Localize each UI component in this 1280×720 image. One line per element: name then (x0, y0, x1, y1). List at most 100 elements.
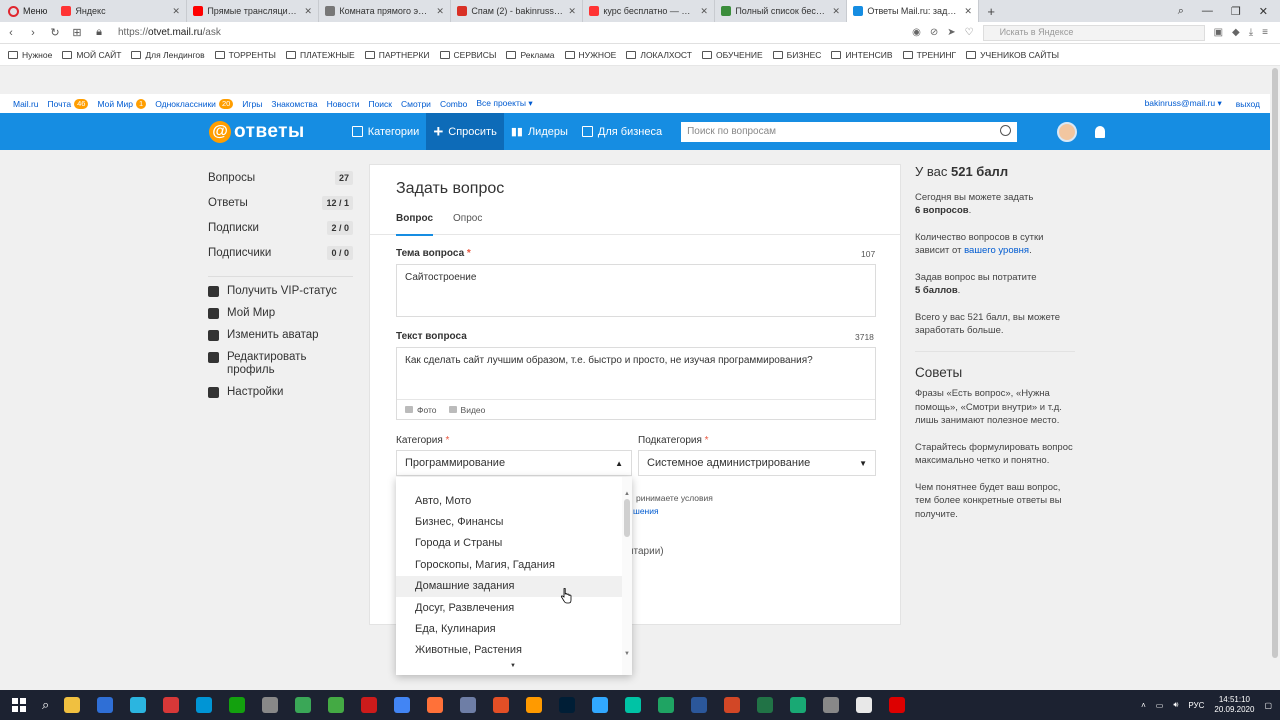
page-scrollbar[interactable] (1270, 66, 1280, 690)
attach-video-button[interactable]: Видео (448, 405, 485, 415)
answers-logo[interactable]: @ ответы (209, 120, 305, 143)
profile-stat-row[interactable]: Вопросы 27 (208, 165, 353, 190)
profile-stat-row[interactable]: Ответы 12 / 1 (208, 190, 353, 215)
taskbar-app-icon[interactable] (624, 697, 641, 713)
category-option[interactable]: Досуг, Развлечения (396, 597, 632, 618)
tab-close-icon[interactable]: ✕ (172, 6, 180, 17)
sidebar-link[interactable]: Редактировать профиль (208, 351, 353, 377)
heart-icon[interactable]: ♡ (965, 27, 974, 38)
taskbar-app-icon[interactable] (756, 697, 773, 713)
search-icon[interactable]: ⌕ (42, 697, 49, 713)
portal-link[interactable]: Поиск (368, 98, 392, 109)
close-window-button[interactable]: ✕ (1259, 5, 1268, 18)
network-icon[interactable]: ▭ (1156, 701, 1164, 710)
portal-link[interactable]: Все проекты ▾ (476, 98, 532, 109)
taskbar-app-icon[interactable] (360, 697, 377, 713)
taskbar-app-icon[interactable] (657, 697, 674, 713)
nav-business[interactable]: Для бизнеса (575, 113, 669, 150)
tab-close-icon[interactable]: ✕ (700, 6, 708, 17)
menu-icon[interactable]: ≡ (1262, 27, 1268, 38)
forward-icon[interactable]: › (22, 27, 44, 39)
new-tab-button[interactable]: + (979, 4, 1003, 19)
bookmark-folder[interactable]: НУЖНОЕ (564, 50, 616, 60)
taskbar-app-icon[interactable] (558, 697, 575, 713)
tray-up-icon[interactable]: ˄ (1141, 701, 1146, 710)
taskbar-app-icon[interactable] (294, 697, 311, 713)
portal-link[interactable]: Combo (440, 98, 467, 109)
portal-link[interactable]: Одноклассники 20 (155, 98, 234, 109)
extension-icon[interactable]: ◆ (1232, 27, 1240, 38)
url-field[interactable]: https://otvet.mail.ru/ask (118, 27, 221, 38)
taskbar-app-icon[interactable] (525, 697, 542, 713)
terms-link[interactable]: шения (633, 506, 659, 516)
sidebar-link[interactable]: Мой Мир (208, 307, 353, 320)
portal-link[interactable]: Mail.ru (13, 98, 39, 109)
taskbar-app-icon[interactable] (393, 697, 410, 713)
opera-menu-button[interactable]: Меню (0, 0, 55, 22)
bookmark-folder[interactable]: БИЗНЕС (772, 50, 821, 60)
category-option[interactable]: Бизнес, Финансы (396, 511, 632, 532)
browser-tab[interactable]: Комната прямого эфира ✕ (319, 0, 452, 22)
level-link[interactable]: вашего уровня (964, 245, 1029, 256)
browser-tab[interactable]: курс бесплатно — Яндекс ✕ (583, 0, 716, 22)
windows-start-icon[interactable] (12, 698, 26, 712)
bookmark-folder[interactable]: ОБУЧЕНИЕ (701, 50, 763, 60)
back-icon[interactable]: ‹ (0, 27, 22, 39)
bookmark-folder[interactable]: Реклама (506, 50, 555, 60)
attach-photo-button[interactable]: Фото (405, 405, 437, 415)
tab-close-icon[interactable]: ✕ (964, 6, 972, 17)
category-select[interactable]: Программирование ▲ (396, 450, 632, 476)
bookmark-folder[interactable]: ИНТЕНСИВ (831, 50, 893, 60)
bookmark-folder[interactable]: ПАРТНЕРКИ (364, 50, 430, 60)
portal-link[interactable]: Знакомства (271, 98, 317, 109)
browser-tab[interactable]: Прямые трансляции - YouTube ✕ (187, 0, 320, 22)
sidebar-link[interactable]: Получить VIP-статус (208, 285, 353, 298)
language-indicator[interactable]: РУС (1188, 701, 1204, 710)
topic-input[interactable]: Сайтостроение (396, 264, 876, 317)
bookmark-folder[interactable]: ТОРРЕНТЫ (214, 50, 276, 60)
nav-ask[interactable]: + Спросить (426, 113, 504, 150)
portal-link[interactable]: Смотри (401, 98, 431, 109)
taskbar-app-icon[interactable] (690, 697, 707, 713)
taskbar-app-icon[interactable] (162, 697, 179, 713)
yandex-search-input[interactable]: Искать в Яндексе (982, 24, 1205, 41)
search-icon[interactable] (1000, 124, 1012, 136)
page-scroll-thumb[interactable] (1272, 68, 1278, 658)
profile-stat-row[interactable]: Подписчики 0 / 0 (208, 240, 353, 265)
taskbar-app-icon[interactable] (261, 697, 278, 713)
block-icon[interactable]: ⊘ (930, 27, 938, 38)
bookmark-folder[interactable]: СЕРВИСЫ (439, 50, 496, 60)
search-tabs-icon[interactable]: ⌕ (1178, 5, 1184, 18)
taskbar-app-icon[interactable] (195, 697, 212, 713)
portal-link[interactable]: Мой Мир 1 (97, 98, 147, 109)
taskbar-app-icon[interactable] (96, 697, 113, 713)
taskbar-app-icon[interactable] (459, 697, 476, 713)
taskbar-app-icon[interactable] (63, 697, 80, 713)
camera-icon[interactable]: ◉ (912, 27, 921, 38)
tab-close-icon[interactable]: ✕ (832, 6, 840, 17)
bookmark-folder[interactable]: УЧЕНИКОВ САЙТЫ (966, 50, 1059, 60)
dropdown-scrollbar[interactable]: ▲ ▼ (622, 477, 632, 675)
category-option[interactable]: Еда, Кулинария (396, 618, 632, 639)
taskbar-app-icon[interactable] (855, 697, 872, 713)
category-option[interactable]: Города и Страны (396, 533, 632, 554)
category-option[interactable]: Домашние задания (396, 575, 632, 597)
user-email-link[interactable]: bakinruss@mail.ru ▾ (1145, 98, 1222, 109)
more-items-icon[interactable]: ▼ (510, 663, 516, 669)
question-search-input[interactable]: Поиск по вопросам (681, 121, 1018, 142)
bookmark-folder[interactable]: ЛОКАЛХОСТ (626, 50, 692, 60)
tab-question[interactable]: Вопрос (396, 213, 434, 236)
category-option[interactable]: Животные, Растения (396, 640, 632, 661)
taskbar-app-icon[interactable] (129, 697, 146, 713)
speed-dial-icon[interactable]: ⊞ (66, 26, 88, 39)
browser-tab[interactable]: Яндекс ✕ (55, 0, 188, 22)
volume-icon[interactable]: 🔊︎ (1173, 700, 1178, 710)
taskbar-app-icon[interactable] (327, 697, 344, 713)
reload-icon[interactable]: ↻ (44, 26, 66, 39)
portal-link[interactable]: Почта 46 (48, 98, 89, 109)
nav-categories[interactable]: Категории (345, 113, 427, 150)
browser-tab[interactable]: Ответы Mail.ru: задать вопрос✕ (847, 0, 980, 22)
bookmark-folder[interactable]: ПЛАТЕЖНЫЕ (285, 50, 355, 60)
taskbar-app-icon[interactable] (888, 697, 905, 713)
sidebar-link[interactable]: Настройки (208, 386, 353, 399)
